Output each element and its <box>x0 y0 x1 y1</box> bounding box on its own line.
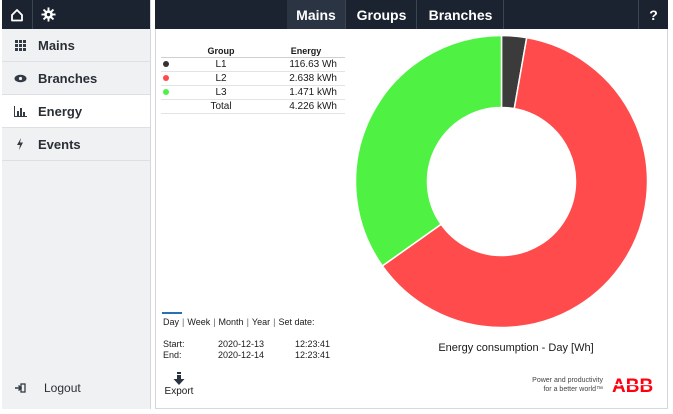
donut-chart-svg <box>354 34 649 329</box>
table-header-row: Group Energy <box>161 46 345 58</box>
home-icon <box>11 8 23 21</box>
table-cell-color <box>161 71 175 86</box>
start-date: 2020-12-13 <box>218 339 265 349</box>
end-time: 12:23:41 <box>295 350 331 360</box>
table-cell-energy: 116.63 Wh <box>267 57 345 72</box>
sidebar-toolbar <box>2 0 150 29</box>
range-month[interactable]: Month <box>216 317 247 327</box>
table-cell-group: L1 <box>175 57 267 72</box>
donut-slice-l3[interactable] <box>354 34 503 267</box>
table-header-color <box>161 46 175 58</box>
top-nav-bar: Mains Groups Branches ? <box>155 0 668 29</box>
download-arrow-icon <box>163 372 195 386</box>
sidebar-item-branches[interactable]: Branches <box>2 62 150 95</box>
svg-text:ABB: ABB <box>612 376 653 395</box>
sidebar-item-energy[interactable]: Energy <box>2 95 150 128</box>
logout-icon <box>2 383 38 393</box>
table-row: L2 2.638 kWh <box>161 71 345 86</box>
logout-button[interactable]: Logout <box>2 381 81 395</box>
help-button[interactable]: ? <box>638 0 668 29</box>
start-row: Start: 2020-12-13 12:23:41 <box>163 339 330 350</box>
main-panel: Group Energy L1 116.63 Wh L2 2.638 kWh L… <box>155 29 668 409</box>
time-range-info: Start: 2020-12-13 12:23:41 End: 2020-12-… <box>163 339 330 361</box>
settings-button[interactable] <box>33 0 64 29</box>
brand-tagline: Power and productivity for a better worl… <box>532 376 603 394</box>
range-week[interactable]: Week <box>184 317 213 327</box>
start-time: 12:23:41 <box>295 339 331 349</box>
export-label: Export <box>164 386 194 397</box>
brand-tagline-line2: for a better world™ <box>543 386 603 393</box>
end-row: End: 2020-12-14 12:23:41 <box>163 350 330 361</box>
sidebar-item-mains[interactable]: Mains <box>2 29 150 62</box>
tab-label: Groups <box>356 6 407 23</box>
sidebar-item-events[interactable]: Events <box>2 128 150 161</box>
tab-label: Mains <box>296 6 336 23</box>
lightning-icon <box>2 138 38 150</box>
export-button[interactable]: Export <box>163 372 195 397</box>
logout-label: Logout <box>44 381 81 395</box>
table-header-energy: Energy <box>267 46 345 58</box>
table-total-label: Total <box>175 99 267 114</box>
range-set-date[interactable]: Set date: <box>275 317 317 327</box>
table-total-row: Total 4.226 kWh <box>161 99 345 114</box>
table-cell-group: L3 <box>175 85 267 100</box>
sidebar-item-label: Mains <box>38 37 75 53</box>
series-dot-l2 <box>163 75 169 81</box>
range-day[interactable]: Day <box>161 312 183 327</box>
help-label: ? <box>649 6 658 23</box>
range-selector: Day | Week | Month | Year | Set date: <box>161 312 317 327</box>
chart-title: Energy consumption - Day [Wh] <box>438 342 594 354</box>
tab-branches[interactable]: Branches <box>418 0 504 29</box>
sidebar-item-label: Branches <box>38 70 98 86</box>
eye-icon <box>2 74 38 83</box>
table-cell-energy: 2.638 kWh <box>267 71 345 86</box>
end-date: 2020-12-14 <box>218 350 265 360</box>
table-cell-color <box>161 85 175 100</box>
table-row: L1 116.63 Wh <box>161 57 345 72</box>
donut-chart <box>349 29 654 334</box>
home-button[interactable] <box>2 0 33 29</box>
brand-footer: Power and productivity for a better worl… <box>532 375 659 395</box>
tab-groups[interactable]: Groups <box>347 0 417 29</box>
table-total-value: 4.226 kWh <box>267 99 345 114</box>
energy-table: Group Energy L1 116.63 Wh L2 2.638 kWh L… <box>161 46 345 114</box>
table-row: L3 1.471 kWh <box>161 85 345 100</box>
sidebar-item-label: Events <box>38 136 81 152</box>
brand-tagline-line1: Power and productivity <box>532 377 603 384</box>
table-header-group: Group <box>175 46 267 58</box>
range-year[interactable]: Year <box>249 317 273 327</box>
bar-chart-icon <box>2 105 38 117</box>
series-dot-l3 <box>163 89 169 95</box>
start-label: Start: <box>163 339 185 349</box>
tab-mains[interactable]: Mains <box>287 0 346 29</box>
table-cell-color <box>161 99 175 114</box>
table-cell-energy: 1.471 kWh <box>267 85 345 100</box>
gear-icon <box>41 7 56 22</box>
abb-logo: ABB <box>611 376 659 395</box>
series-dot-l1 <box>163 61 169 67</box>
tab-label: Branches <box>428 6 493 23</box>
table-cell-group: L2 <box>175 71 267 86</box>
sidebar-item-label: Energy <box>38 103 83 119</box>
grid-icon <box>2 39 38 51</box>
sidebar: Mains Branches Energy Events Logout <box>2 0 151 409</box>
end-label: End: <box>163 350 182 360</box>
table-cell-color <box>161 57 175 72</box>
